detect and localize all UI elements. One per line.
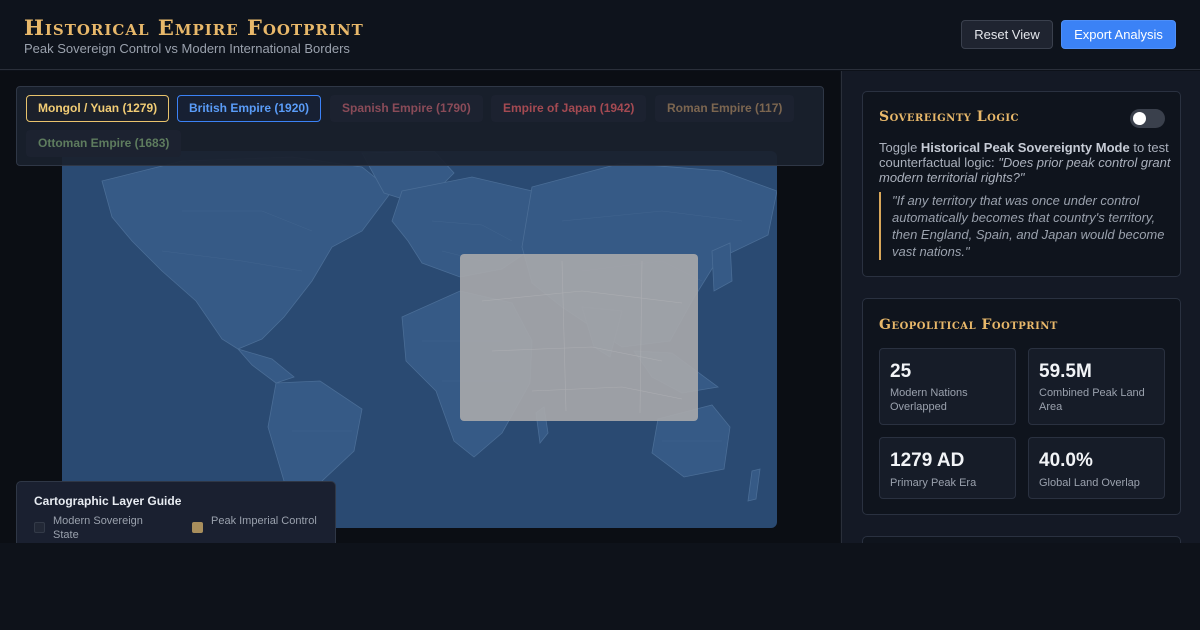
sovereignty-mode-toggle[interactable] [1130, 109, 1165, 128]
geopolitical-footprint-card: Geopolitical Footprint 25 Modern Nations… [862, 298, 1181, 515]
empire-chip-british[interactable]: British Empire (1920) [177, 95, 322, 122]
mongol-empire-overlay [460, 254, 698, 421]
map-pane[interactable]: Mongol / Yuan (1279) British Empire (192… [0, 71, 840, 543]
legend-label-imperial: Peak Imperial Control [211, 515, 317, 527]
modern-state-swatch [34, 522, 45, 533]
analysis-sidebar: Sovereignty Logic Toggle Historical Peak… [841, 71, 1200, 543]
app-title: Historical Empire Footprint [24, 15, 364, 40]
stat-label: Combined Peak Land Area [1039, 387, 1145, 413]
stat-value: 40.0% [1039, 450, 1093, 471]
export-analysis-button[interactable]: Export Analysis [1061, 20, 1176, 49]
toggle-knob [1133, 112, 1146, 125]
empire-chip-spanish[interactable]: Spanish Empire (1790) [330, 95, 483, 122]
stat-label: Global Land Overlap [1039, 477, 1140, 489]
stat-peak-era: 1279 AD Primary Peak Era [879, 437, 1016, 499]
empire-chip-mongol[interactable]: Mongol / Yuan (1279) [26, 95, 170, 122]
empire-chip-roman[interactable]: Roman Empire (117) [655, 95, 795, 122]
stat-label: Modern Nations Overlapped [890, 387, 968, 413]
sovereignty-logic-card: Sovereignty Logic Toggle Historical Peak… [862, 91, 1181, 277]
stat-value: 25 [890, 361, 912, 382]
bottom-band [0, 543, 1200, 630]
stat-value: 59.5M [1039, 361, 1092, 382]
stat-label: Primary Peak Era [890, 477, 977, 489]
next-card [862, 536, 1181, 543]
empire-chip-japan[interactable]: Empire of Japan (1942) [491, 95, 647, 122]
intro-prefix: Toggle [879, 140, 921, 155]
stat-nations-overlapped: 25 Modern Nations Overlapped [879, 348, 1016, 425]
empire-selector: Mongol / Yuan (1279) British Empire (192… [16, 86, 824, 166]
app-subtitle: Peak Sovereign Control vs Modern Interna… [24, 41, 350, 56]
empire-chip-ottoman[interactable]: Ottoman Empire (1683) [26, 130, 182, 157]
world-map[interactable] [62, 151, 777, 528]
legend-title: Cartographic Layer Guide [34, 494, 182, 508]
layer-legend: Cartographic Layer Guide Modern Sovereig… [16, 481, 336, 543]
footprint-title: Geopolitical Footprint [879, 317, 1058, 333]
sovereignty-logic-title: Sovereignty Logic [879, 109, 1020, 125]
intro-mode-name: Historical Peak Sovereignty Mode [920, 140, 1130, 155]
app-header: Historical Empire Footprint Peak Soverei… [0, 0, 1200, 70]
sovereignty-intro: Toggle Historical Peak Sovereignty Mode … [879, 140, 1171, 185]
legend-label-modern: Modern Sovereign State [53, 515, 143, 541]
sovereignty-quote: "If any territory that was once under co… [879, 192, 1171, 260]
stat-land-overlap: 40.0% Global Land Overlap [1028, 437, 1165, 499]
stat-combined-area: 59.5M Combined Peak Land Area [1028, 348, 1165, 425]
stat-value: 1279 AD [890, 450, 965, 471]
imperial-control-swatch [192, 522, 203, 533]
reset-view-button[interactable]: Reset View [961, 20, 1053, 49]
